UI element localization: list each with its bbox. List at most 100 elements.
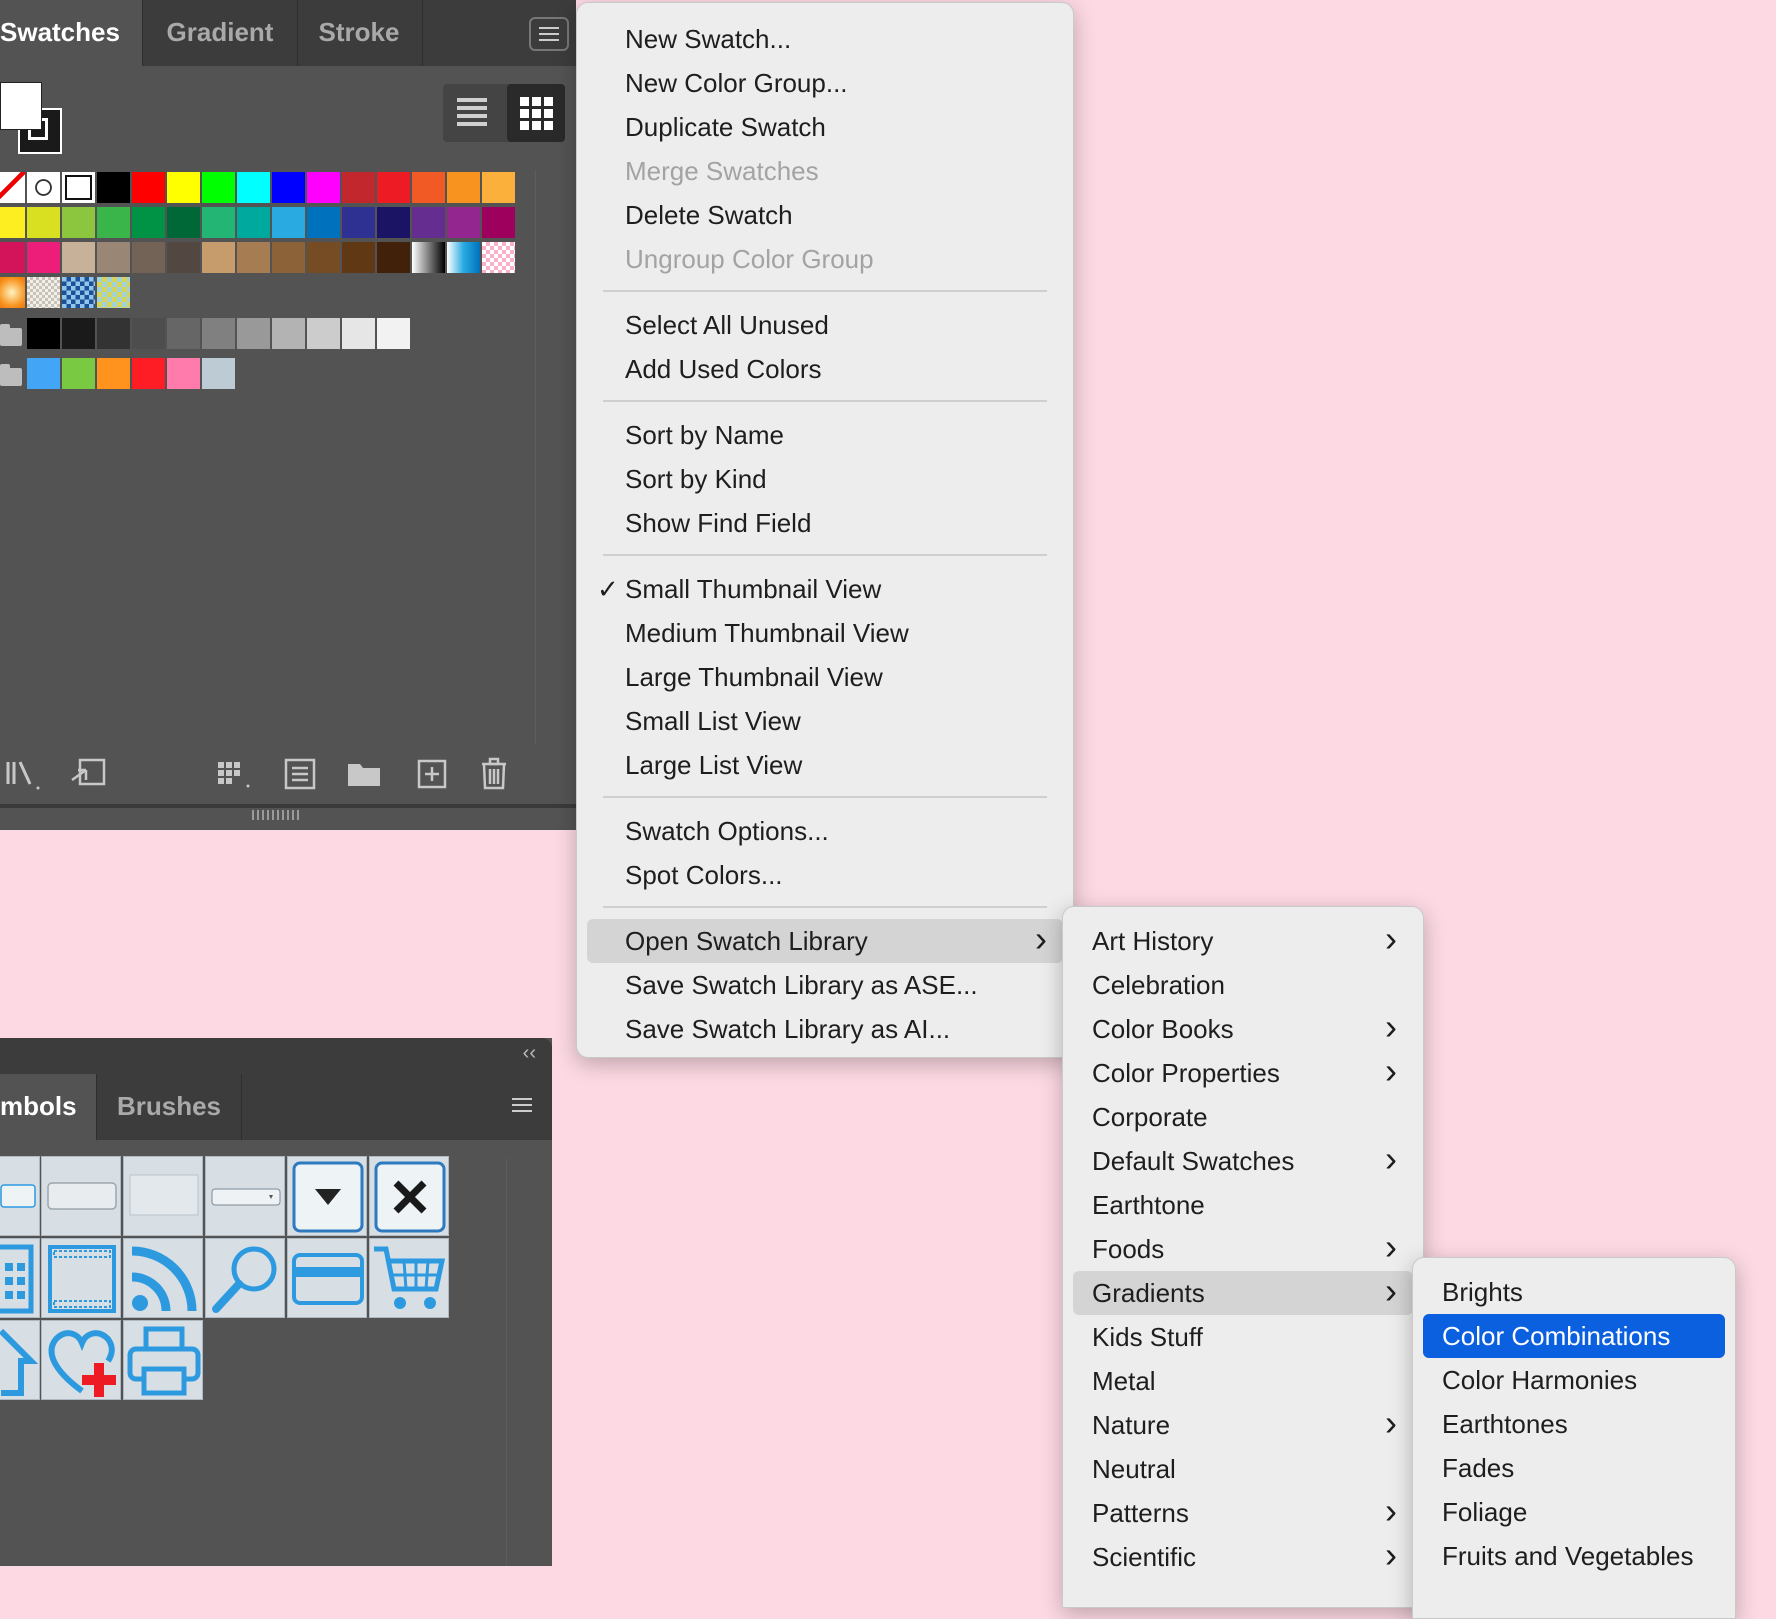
menu-item-select-all-unused[interactable]: Select All Unused <box>577 303 1073 347</box>
swatch[interactable] <box>342 207 375 238</box>
symbol-film[interactable] <box>41 1238 121 1318</box>
swatch[interactable] <box>272 207 305 238</box>
thumbnail-view-button[interactable] <box>507 84 565 142</box>
swatch-grayscale-group[interactable] <box>237 318 270 349</box>
gradients-item-foliage[interactable]: Foliage <box>1413 1490 1735 1534</box>
tab-swatches[interactable]: Swatches <box>0 0 142 66</box>
color-group-folder-icon[interactable] <box>0 364 22 386</box>
library-item-nature[interactable]: Nature › <box>1063 1403 1423 1447</box>
symbol-dropdown-arrow[interactable] <box>287 1156 367 1236</box>
symbol-credit-card[interactable] <box>287 1238 367 1318</box>
menu-item-large-thumbnail-view[interactable]: Large Thumbnail View <box>577 655 1073 699</box>
library-item-color-books[interactable]: Color Books › <box>1063 1007 1423 1051</box>
swatch[interactable] <box>167 207 200 238</box>
gradients-item-fruits-and-vegetables[interactable]: Fruits and Vegetables <box>1413 1534 1735 1578</box>
color-group-folder-icon[interactable] <box>0 324 22 346</box>
swatch[interactable] <box>97 242 130 273</box>
symbol-button-shape[interactable] <box>0 1156 40 1236</box>
swatch[interactable] <box>447 207 480 238</box>
library-item-celebration[interactable]: Celebration <box>1063 963 1423 1007</box>
swatch-color-group[interactable] <box>62 358 95 389</box>
swatch[interactable] <box>377 172 410 203</box>
menu-item-small-thumbnail-view[interactable]: Small Thumbnail View ✓ <box>577 567 1073 611</box>
panel-resize-handle[interactable] <box>0 804 576 830</box>
swatch[interactable] <box>377 242 410 273</box>
swatch[interactable] <box>237 242 270 273</box>
tab-gradient[interactable]: Gradient <box>142 0 298 66</box>
swatch[interactable] <box>447 172 480 203</box>
swatch-grayscale-group[interactable] <box>272 318 305 349</box>
tab-stroke[interactable]: Stroke <box>296 0 423 66</box>
swatch[interactable] <box>62 242 95 273</box>
swatch-color-group[interactable] <box>132 358 165 389</box>
swatch[interactable] <box>97 172 130 203</box>
swatch[interactable] <box>482 207 515 238</box>
swatch[interactable] <box>62 172 95 203</box>
swatch[interactable] <box>62 277 95 308</box>
swatch[interactable] <box>27 242 60 273</box>
symbol-text-field[interactable] <box>123 1156 203 1236</box>
menu-item-duplicate-swatch[interactable]: Duplicate Swatch <box>577 105 1073 149</box>
swatch[interactable] <box>132 172 165 203</box>
symbol-button-gray[interactable] <box>41 1156 121 1236</box>
swatch[interactable] <box>412 207 445 238</box>
menu-item-new-color-group[interactable]: New Color Group... <box>577 61 1073 105</box>
collapse-icon[interactable]: ‹‹ <box>523 1042 536 1065</box>
show-kinds-menu-button[interactable] <box>216 756 254 792</box>
library-item-scientific[interactable]: Scientific › <box>1063 1535 1423 1579</box>
swatch[interactable] <box>132 242 165 273</box>
symbol-rss[interactable] <box>123 1238 203 1318</box>
swatch[interactable] <box>412 242 445 273</box>
swatch[interactable] <box>237 172 270 203</box>
tab-symbols[interactable]: mbols <box>0 1074 96 1140</box>
gradients-item-brights[interactable]: Brights <box>1413 1270 1735 1314</box>
swatch-options-button[interactable] <box>282 756 320 792</box>
swatch[interactable] <box>342 172 375 203</box>
library-item-corporate[interactable]: Corporate <box>1063 1095 1423 1139</box>
swatch-color-group[interactable] <box>167 358 200 389</box>
swatch[interactable] <box>482 242 515 273</box>
menu-item-small-list-view[interactable]: Small List View <box>577 699 1073 743</box>
swatch[interactable] <box>447 242 480 273</box>
menu-item-delete-swatch[interactable]: Delete Swatch <box>577 193 1073 237</box>
library-item-earthtone[interactable]: Earthtone <box>1063 1183 1423 1227</box>
swatches-scrollbar[interactable] <box>535 170 556 745</box>
library-item-art-history[interactable]: Art History › <box>1063 919 1423 963</box>
menu-item-medium-thumbnail-view[interactable]: Medium Thumbnail View <box>577 611 1073 655</box>
menu-item-spot-colors[interactable]: Spot Colors... <box>577 853 1073 897</box>
swatch-grayscale-group[interactable] <box>97 318 130 349</box>
swatch[interactable] <box>167 172 200 203</box>
gradients-item-earthtones[interactable]: Earthtones <box>1413 1402 1735 1446</box>
gradients-item-color-harmonies[interactable]: Color Harmonies <box>1413 1358 1735 1402</box>
swatch[interactable] <box>202 242 235 273</box>
panel-menu-button[interactable] <box>504 1090 544 1124</box>
menu-item-swatch-options[interactable]: Swatch Options... <box>577 809 1073 853</box>
new-swatch-button[interactable] <box>414 756 452 792</box>
tab-brushes[interactable]: Brushes <box>96 1074 242 1140</box>
delete-swatch-button[interactable] <box>476 756 514 792</box>
swatch-grayscale-group[interactable] <box>62 318 95 349</box>
swatch[interactable] <box>272 242 305 273</box>
library-item-default-swatches[interactable]: Default Swatches › <box>1063 1139 1423 1183</box>
menu-item-new-swatch[interactable]: New Swatch... <box>577 17 1073 61</box>
menu-item-sort-by-kind[interactable]: Sort by Kind <box>577 457 1073 501</box>
symbol-dropdown[interactable] <box>205 1156 285 1236</box>
menu-item-add-used-colors[interactable]: Add Used Colors <box>577 347 1073 391</box>
fill-color-box[interactable] <box>0 82 42 130</box>
swatch[interactable] <box>412 172 445 203</box>
swatch[interactable] <box>0 207 25 238</box>
swatch[interactable] <box>307 172 340 203</box>
library-item-gradients[interactable]: Gradients › <box>1073 1271 1413 1315</box>
swatch[interactable] <box>377 207 410 238</box>
swatch[interactable] <box>97 277 130 308</box>
swatch-grayscale-group[interactable] <box>202 318 235 349</box>
swatch-grayscale-group[interactable] <box>132 318 165 349</box>
swatch[interactable] <box>0 277 25 308</box>
library-item-neutral[interactable]: Neutral <box>1063 1447 1423 1491</box>
swatch[interactable] <box>0 172 25 203</box>
menu-item-save-swatch-library-as-ase[interactable]: Save Swatch Library as ASE... <box>577 963 1073 1007</box>
swatch[interactable] <box>27 207 60 238</box>
swatch-color-group[interactable] <box>202 358 235 389</box>
swatch[interactable] <box>167 242 200 273</box>
swatch-grayscale-group[interactable] <box>27 318 60 349</box>
